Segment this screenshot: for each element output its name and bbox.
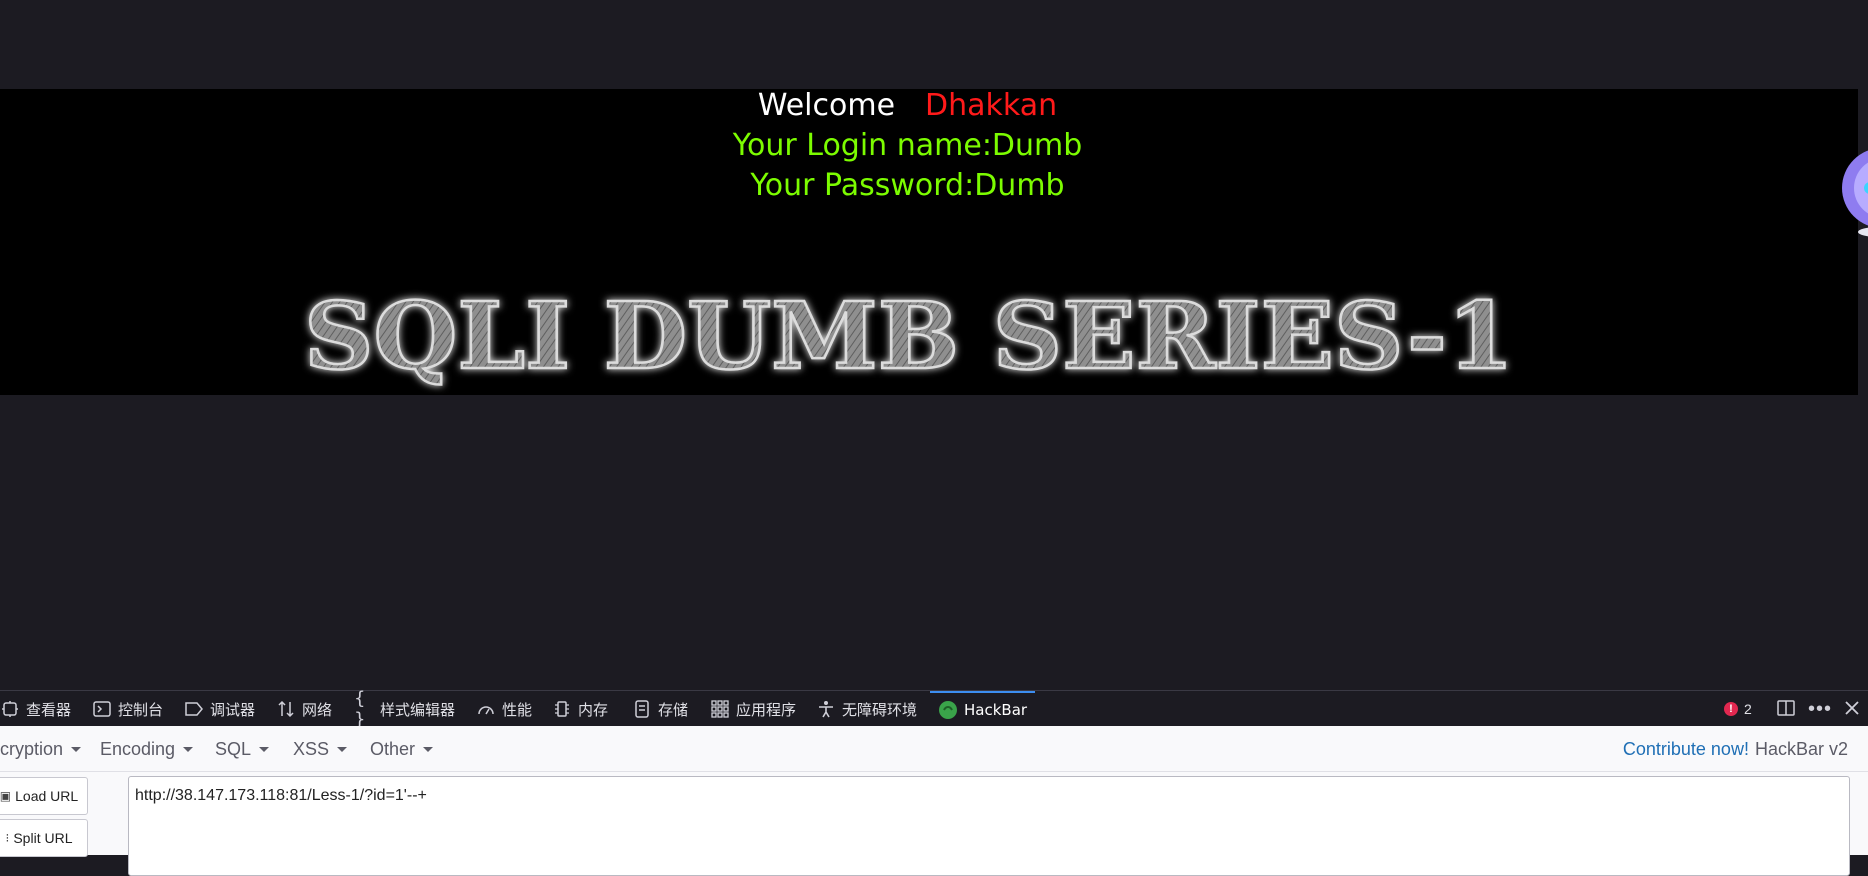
menu-label: Other bbox=[370, 738, 416, 759]
url-textarea[interactable]: http://38.147.173.118:81/Less-1/?id=1'--… bbox=[128, 776, 1850, 876]
error-count: 2 bbox=[1744, 701, 1752, 717]
tab-console[interactable]: 控制台 bbox=[92, 691, 163, 727]
contribute-area: Contribute now! HackBar v2 bbox=[1623, 726, 1848, 772]
tab-hackbar[interactable]: HackBar bbox=[930, 691, 1036, 727]
chevron-down-icon bbox=[337, 746, 348, 752]
style-editor-icon: { } bbox=[354, 688, 366, 730]
accessibility-icon bbox=[816, 699, 836, 719]
split-icon: ⁝ bbox=[5, 831, 10, 845]
tab-label: 应用程序 bbox=[736, 700, 797, 719]
split-url-label: Split URL bbox=[13, 830, 73, 846]
assistant-bubble-icon[interactable] bbox=[1834, 140, 1868, 246]
sqli-banner: SQLI DUMB SERIES-1 bbox=[296, 280, 1522, 396]
devtools-tabbar: 查看器 控制台 调试器 网络 { } 样式编辑器 性能 内存 存储 应用程序 无… bbox=[0, 688, 1868, 730]
memory-icon bbox=[552, 699, 572, 719]
tab-memory[interactable]: 内存 bbox=[552, 691, 608, 727]
tab-style-editor[interactable]: { } 样式编辑器 bbox=[354, 688, 456, 730]
tab-label: 样式编辑器 bbox=[380, 700, 456, 719]
menu-encoding[interactable]: Encoding bbox=[100, 726, 194, 772]
tab-label: 控制台 bbox=[118, 700, 164, 719]
tab-label: 网络 bbox=[302, 700, 333, 719]
banner-title: SQLI DUMB SERIES-1 bbox=[304, 282, 1514, 390]
dock-side-button[interactable] bbox=[1776, 691, 1796, 727]
user-name: Dhakkan bbox=[925, 88, 1058, 123]
tab-application[interactable]: 应用程序 bbox=[710, 691, 796, 727]
tab-storage[interactable]: 存储 bbox=[632, 691, 688, 727]
close-icon bbox=[1844, 700, 1860, 719]
password-line: Your Password:Dumb bbox=[750, 168, 1065, 203]
tab-accessibility[interactable]: 无障碍环境 bbox=[816, 691, 917, 727]
error-indicator[interactable]: ! 2 bbox=[1724, 691, 1752, 727]
load-url-button[interactable]: ▣ Load URL bbox=[0, 777, 88, 815]
close-devtools-button[interactable] bbox=[1844, 691, 1860, 727]
load-icon: ▣ bbox=[0, 789, 12, 803]
tab-label: HackBar bbox=[964, 701, 1028, 719]
page-content: Welcome Dhakkan Your Login name:Dumb Your… bbox=[0, 0, 1868, 690]
tab-debugger[interactable]: 调试器 bbox=[184, 691, 255, 727]
welcome-line: Welcome Dhakkan bbox=[0, 88, 1815, 123]
tab-label: 存储 bbox=[658, 700, 689, 719]
error-icon: ! bbox=[1724, 702, 1738, 716]
hackbar-version: HackBar v2 bbox=[1754, 738, 1848, 759]
tab-inspector[interactable]: 查看器 bbox=[0, 691, 71, 727]
menu-sql[interactable]: SQL bbox=[215, 726, 270, 772]
chevron-down-icon bbox=[259, 746, 270, 752]
tab-label: 性能 bbox=[502, 700, 533, 719]
menu-label: XSS bbox=[293, 738, 330, 759]
menu-label: SQL bbox=[215, 738, 252, 759]
split-url-button[interactable]: ⁝ Split URL bbox=[0, 819, 88, 857]
application-icon bbox=[710, 699, 730, 719]
chevron-down-icon bbox=[71, 746, 82, 752]
storage-icon bbox=[632, 699, 652, 719]
load-url-label: Load URL bbox=[15, 788, 79, 804]
tab-label: 调试器 bbox=[210, 700, 256, 719]
ellipsis-icon: ••• bbox=[1808, 697, 1833, 720]
tab-label: 查看器 bbox=[26, 700, 72, 719]
inspector-icon bbox=[0, 699, 20, 719]
welcome-label: Welcome bbox=[757, 88, 896, 123]
network-icon bbox=[276, 699, 296, 719]
debugger-icon bbox=[184, 699, 204, 719]
login-name-line: Your Login name:Dumb bbox=[732, 128, 1083, 163]
dock-icon bbox=[1776, 698, 1796, 721]
menu-xss[interactable]: XSS bbox=[293, 726, 348, 772]
devtools-panel: 查看器 控制台 调试器 网络 { } 样式编辑器 性能 内存 存储 应用程序 无… bbox=[0, 688, 1868, 876]
hackbar-menubar: cryption Encoding SQL XSS Other Contribu… bbox=[0, 726, 1868, 772]
console-icon bbox=[92, 699, 112, 719]
tab-label: 无障碍环境 bbox=[842, 700, 918, 719]
contribute-link[interactable]: Contribute now! bbox=[1623, 739, 1749, 760]
menu-label: cryption bbox=[0, 738, 64, 759]
tab-performance[interactable]: 性能 bbox=[476, 691, 532, 727]
chevron-down-icon bbox=[183, 746, 194, 752]
tab-network[interactable]: 网络 bbox=[276, 691, 332, 727]
menu-encryption[interactable]: cryption bbox=[0, 726, 82, 772]
menu-label: Encoding bbox=[100, 738, 176, 759]
tab-label: 内存 bbox=[578, 700, 609, 719]
hackbar-icon bbox=[938, 700, 958, 720]
performance-icon bbox=[476, 699, 496, 719]
more-options-button[interactable]: ••• bbox=[1808, 691, 1832, 727]
hackbar-body: ▣ Load URL ⁝ Split URL http://38.147.173… bbox=[0, 772, 1868, 876]
menu-other[interactable]: Other bbox=[370, 726, 434, 772]
chevron-down-icon bbox=[423, 746, 434, 752]
